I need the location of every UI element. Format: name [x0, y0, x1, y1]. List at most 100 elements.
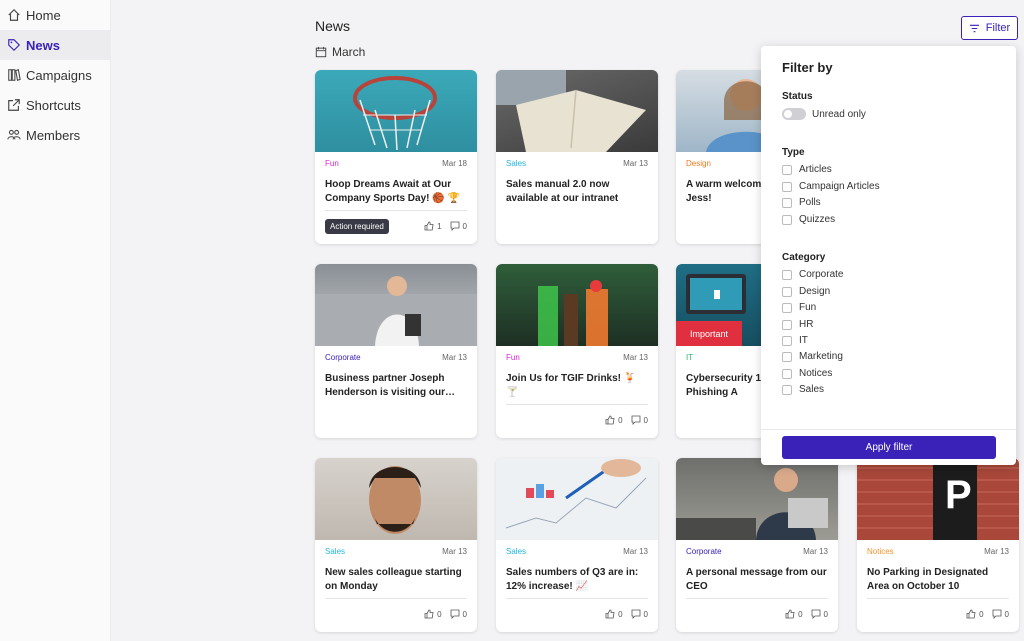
action-required-badge: Action required	[325, 218, 389, 234]
apply-filter-button[interactable]: Apply filter	[782, 436, 996, 459]
category-option[interactable]: HR	[782, 319, 813, 330]
comment-icon[interactable]	[631, 609, 644, 619]
card-image	[676, 458, 838, 540]
news-card[interactable]: Sales Mar 13 Sales manual 2.0 now availab…	[496, 70, 658, 244]
filter-button[interactable]: Filter	[961, 16, 1018, 40]
people-icon	[7, 128, 21, 142]
card-date: Mar 18	[442, 159, 467, 168]
option-label: Design	[799, 286, 831, 297]
like-icon[interactable]	[605, 609, 618, 619]
checkbox[interactable]	[782, 269, 792, 280]
checkbox[interactable]	[782, 384, 792, 395]
checkbox[interactable]	[782, 335, 792, 346]
type-option[interactable]: Polls	[782, 197, 821, 208]
category-option[interactable]: Corporate	[782, 269, 843, 280]
like-count: 0	[979, 609, 984, 619]
checkbox[interactable]	[782, 181, 792, 192]
comment-count: 0	[643, 415, 648, 425]
option-label: Sales	[799, 384, 825, 395]
news-card[interactable]: Sales Mar 13 Sales numbers of Q3 are in: …	[496, 458, 658, 632]
type-option[interactable]: Campaign Articles	[782, 181, 880, 192]
sidebar-item-news[interactable]: News	[0, 30, 110, 60]
category-label: Category	[782, 252, 826, 263]
comment-icon[interactable]	[811, 609, 824, 619]
comment-count: 0	[462, 609, 467, 619]
card-title: A personal message from our CEO	[686, 567, 827, 592]
card-category: IT	[686, 353, 694, 362]
type-label: Type	[782, 147, 805, 158]
sidebar: Home News Campaigns Shortcuts Members	[0, 0, 111, 641]
comment-icon[interactable]	[992, 609, 1005, 619]
sidebar-item-label: Campaigns	[26, 67, 92, 83]
filter-panel: Filter by Status Unread only Type Articl…	[761, 46, 1016, 465]
option-label: Quizzes	[799, 214, 836, 225]
home-icon	[7, 8, 21, 22]
sidebar-item-label: Home	[26, 7, 61, 23]
card-image	[315, 458, 477, 540]
checkbox[interactable]	[782, 351, 792, 362]
comment-count: 0	[823, 609, 828, 619]
card-category: Design	[686, 159, 711, 168]
like-icon[interactable]	[424, 609, 437, 619]
card-title: No Parking in Designated Area on October…	[867, 567, 989, 592]
sidebar-item-campaigns[interactable]: Campaigns	[0, 60, 110, 90]
page-title: News	[315, 18, 351, 34]
news-card[interactable]: Corporate Mar 13 Business partner Joseph …	[315, 264, 477, 438]
news-card[interactable]: Corporate Mar 13 A personal message from …	[676, 458, 838, 632]
like-count: 0	[618, 415, 623, 425]
sidebar-item-members[interactable]: Members	[0, 120, 110, 150]
card-date: Mar 13	[623, 353, 648, 362]
card-title: New sales colleague starting on Monday	[325, 567, 462, 592]
news-card[interactable]: Fun Mar 13 Join Us for TGIF Drinks! 🍹 🍸 0…	[496, 264, 658, 438]
like-icon[interactable]	[785, 609, 798, 619]
like-icon[interactable]	[424, 221, 437, 231]
unread-only-label: Unread only	[812, 108, 866, 120]
checkbox[interactable]	[782, 214, 792, 225]
svg-text:P: P	[945, 473, 972, 517]
comment-icon[interactable]	[631, 415, 644, 425]
option-label: Notices	[799, 368, 833, 379]
like-icon[interactable]	[966, 609, 979, 619]
type-option[interactable]: Quizzes	[782, 214, 835, 225]
comment-icon[interactable]	[450, 609, 463, 619]
checkbox[interactable]	[782, 302, 792, 313]
external-link-icon	[7, 98, 21, 112]
category-option[interactable]: Sales	[782, 384, 824, 395]
panel-divider	[761, 429, 1016, 430]
filter-panel-title: Filter by	[782, 60, 833, 75]
option-label: HR	[799, 319, 814, 330]
card-image	[496, 70, 658, 152]
checkbox[interactable]	[782, 368, 792, 379]
card-category: Sales	[506, 159, 527, 168]
category-option[interactable]: IT	[782, 335, 808, 346]
category-option[interactable]: Fun	[782, 302, 816, 313]
important-badge: Important	[676, 321, 742, 346]
checkbox[interactable]	[782, 164, 792, 175]
sidebar-item-label: Members	[26, 127, 81, 143]
category-option[interactable]: Marketing	[782, 351, 843, 362]
option-label: Polls	[799, 197, 821, 208]
type-option[interactable]: Articles	[782, 164, 832, 175]
card-title: Hoop Dreams Await at Our Company Sports …	[325, 179, 460, 204]
comment-icon[interactable]	[450, 221, 463, 231]
checkbox[interactable]	[782, 197, 792, 208]
like-count: 0	[618, 609, 623, 619]
card-title: Business partner Joseph Henderson is vis…	[325, 373, 456, 398]
news-card[interactable]: Sales Mar 13 New sales colleague starting…	[315, 458, 477, 632]
news-card[interactable]: Fun Mar 18 Hoop Dreams Await at Our Compa…	[315, 70, 477, 244]
option-label: Fun	[799, 302, 817, 313]
comment-count: 0	[462, 221, 467, 231]
category-option[interactable]: Design	[782, 286, 830, 297]
option-label: Articles	[799, 164, 832, 175]
option-label: IT	[799, 335, 808, 346]
unread-only-toggle[interactable]	[782, 108, 806, 120]
card-category: Fun	[325, 159, 339, 168]
option-label: Campaign Articles	[799, 181, 880, 192]
checkbox[interactable]	[782, 319, 792, 330]
sidebar-item-home[interactable]: Home	[0, 0, 110, 30]
sidebar-item-shortcuts[interactable]: Shortcuts	[0, 90, 110, 120]
like-icon[interactable]	[605, 415, 618, 425]
category-option[interactable]: Notices	[782, 368, 832, 379]
checkbox[interactable]	[782, 286, 792, 297]
news-card[interactable]: P Notices Mar 13 No Parking in Designated…	[857, 458, 1019, 632]
